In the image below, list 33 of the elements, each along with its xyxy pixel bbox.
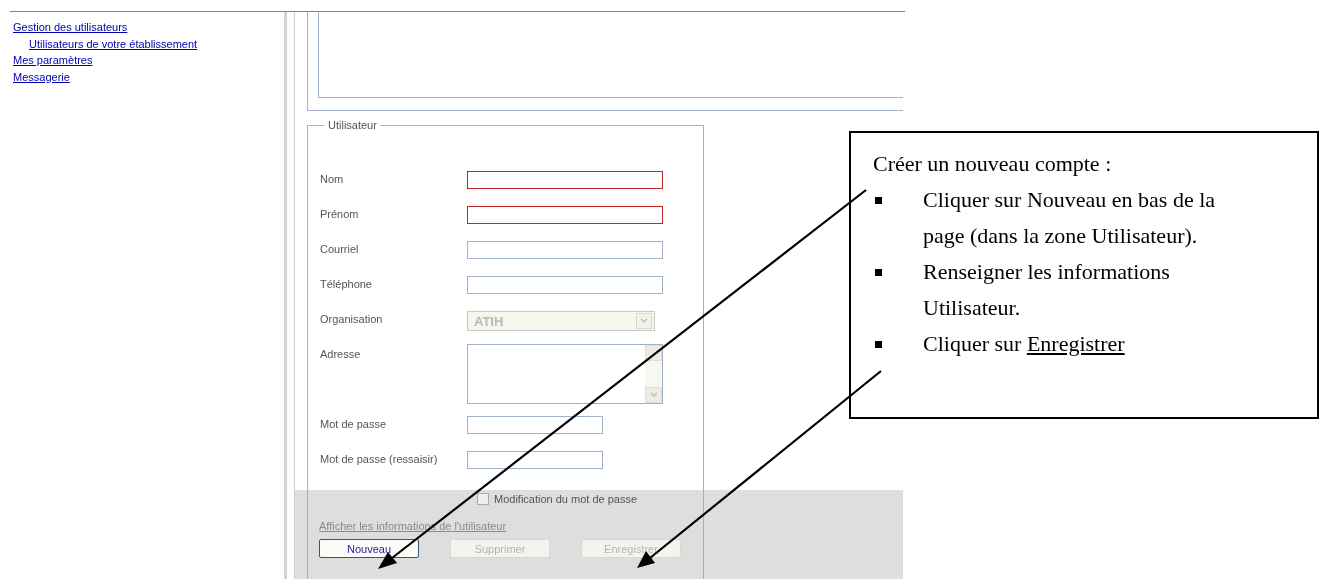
fieldset-legend: Utilisateur (324, 119, 381, 131)
field-label: Courriel (320, 242, 360, 257)
sidebar-link[interactable]: Mes paramètres (13, 52, 93, 69)
scrollbar[interactable] (645, 345, 662, 403)
checkbox-label: Modification du mot de passe (494, 493, 638, 505)
field-label: Nom (320, 172, 345, 187)
bullet-icon (875, 341, 882, 348)
step-text: Cliquer sur Nouveau en bas de la page (dans la zone Utilisateur). (923, 186, 1217, 250)
field-label: Téléphone (320, 277, 373, 292)
field-label: Mot de passe (320, 417, 388, 432)
input-field[interactable] (467, 206, 663, 224)
bullet-icon (875, 197, 882, 204)
field-label: Adresse (320, 347, 362, 362)
chevron-down-icon (648, 391, 659, 399)
input-field[interactable] (467, 451, 603, 469)
input-field[interactable] (467, 416, 603, 434)
sidebar-link[interactable]: Messagerie (13, 68, 70, 85)
input-field[interactable] (467, 171, 663, 189)
form-button[interactable]: Nouveau (319, 539, 419, 558)
step-text: Cliquer sur Enregistrer (923, 330, 1126, 358)
input-field[interactable] (467, 241, 663, 259)
bullet-icon (875, 269, 882, 276)
address-field[interactable] (467, 344, 663, 404)
field-label: Mot de passe (ressaisir) (320, 452, 439, 467)
caret-icon (636, 313, 652, 329)
step-text: Renseigner les informations Utilisateur. (923, 258, 1171, 322)
callout-title: Créer un nouveau compte : (873, 150, 1113, 178)
input-field[interactable] (467, 276, 663, 294)
checkbox[interactable] (477, 493, 489, 505)
field-label: Prénom (320, 207, 360, 222)
field-label: Organisation (320, 312, 384, 327)
sidebar-link[interactable]: Utilisateurs de votre établissement (29, 35, 198, 52)
sidebar-link[interactable]: Gestion des utilisateurs (13, 19, 128, 36)
